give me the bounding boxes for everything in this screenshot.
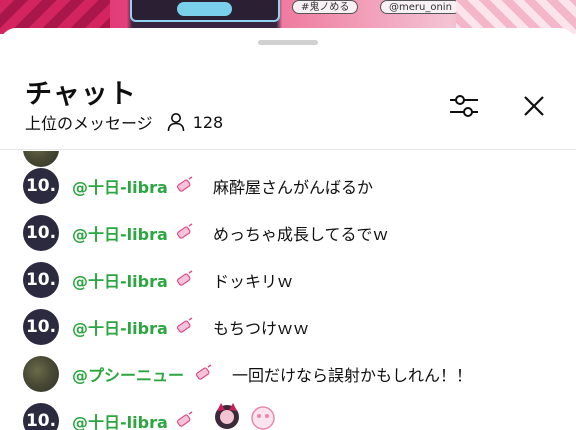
message-author[interactable]: @十日-libra — [72, 221, 168, 245]
filter-button[interactable] — [444, 86, 484, 126]
message-text: 一回だけなら誤射かもしれん！！ — [232, 366, 473, 385]
banner-tag-hashtag: #鬼ノめる — [292, 0, 359, 14]
chat-sheet: チャット 上位のメッセージ 128 10. @十日-libra 麻酔屋さんがんば… — [0, 28, 576, 430]
chat-title: チャット — [25, 79, 137, 110]
chat-message-row[interactable]: @プシーニュー 一回だけなら誤射かもしれん！！ — [0, 354, 576, 394]
message-author[interactable]: @プシーニュー — [72, 362, 184, 386]
chat-message-row[interactable]: 10. @十日-libra もちつけｗｗ — [0, 307, 576, 347]
message-text: ドッキリｗ — [213, 272, 294, 291]
membership-badge-icon — [176, 176, 193, 192]
avatar[interactable]: 10. — [23, 403, 59, 430]
membership-badge-icon — [176, 411, 193, 427]
avatar[interactable]: 10. — [23, 309, 59, 345]
close-icon — [524, 96, 544, 116]
message-text: 麻酔屋さんがんばるか — [213, 178, 374, 197]
message-author[interactable]: @十日-libra — [72, 174, 168, 198]
message-text: もちつけｗｗ — [213, 319, 310, 338]
avatar[interactable] — [23, 356, 59, 392]
message-author[interactable]: @十日-libra — [72, 409, 168, 430]
avatar[interactable]: 10. — [23, 168, 59, 204]
chat-message-row[interactable]: 10. @十日-libra めっちゃ成長してるでｗ — [0, 213, 576, 253]
drag-handle[interactable] — [258, 40, 318, 45]
membership-badge-icon — [176, 270, 193, 286]
membership-badge-icon — [195, 364, 212, 380]
message-author[interactable]: @十日-libra — [72, 268, 168, 292]
message-text: めっちゃ成長してるでｗ — [213, 225, 389, 244]
chat-subtitle[interactable]: 上位のメッセージ 128 — [25, 110, 223, 134]
avatar[interactable] — [23, 151, 59, 167]
membership-badge-icon — [176, 317, 193, 333]
message-author[interactable]: @十日-libra — [72, 315, 168, 339]
membership-badge-icon — [176, 223, 193, 239]
chat-message-row[interactable]: 10. @十日-libra 麻酔屋さんがんばるか — [0, 166, 576, 206]
sticker-icon — [215, 403, 275, 430]
chat-message-row[interactable]: 10. @十日-libra ドッキリｗ — [0, 260, 576, 300]
banner-tag-handle: @meru_onin — [380, 0, 461, 14]
banner-art-center — [130, 0, 280, 22]
avatar[interactable]: 10. — [23, 215, 59, 251]
avatar[interactable]: 10. — [23, 262, 59, 298]
close-button[interactable] — [514, 86, 554, 126]
chat-message-row[interactable]: 10. @十日-libra — [0, 401, 576, 430]
viewer-count: 128 — [167, 112, 224, 132]
person-icon — [167, 113, 184, 132]
sliders-icon — [450, 95, 478, 117]
viewer-count-value: 128 — [192, 112, 224, 132]
chat-header: チャット 上位のメッセージ 128 — [0, 58, 576, 150]
chat-message-list[interactable]: 10. @十日-libra 麻酔屋さんがんばるか 10. @十日-libra め… — [0, 151, 576, 430]
chat-mode-label[interactable]: 上位のメッセージ — [25, 110, 153, 134]
